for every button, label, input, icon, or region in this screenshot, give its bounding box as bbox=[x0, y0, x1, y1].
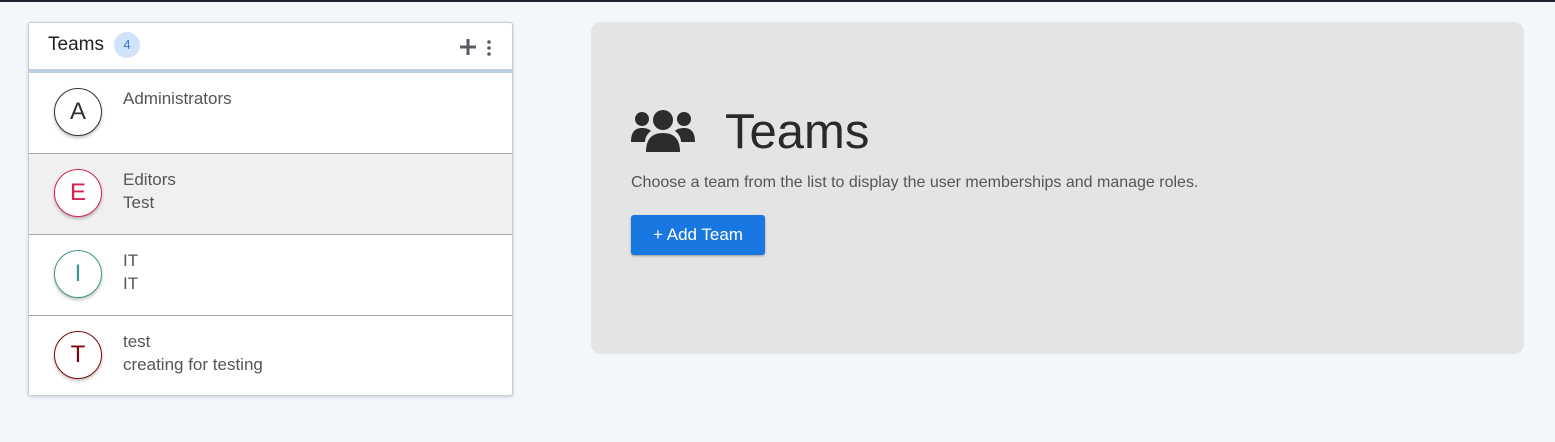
teams-panel-title: Teams bbox=[48, 34, 104, 55]
team-name: Administrators bbox=[123, 89, 232, 108]
team-description: creating for testing bbox=[123, 355, 263, 374]
teams-panel: Teams 4 A Administrators E Editors Test bbox=[28, 22, 513, 396]
team-list: A Administrators E Editors Test I IT IT … bbox=[29, 73, 512, 395]
teams-count-badge: 4 bbox=[114, 32, 140, 58]
team-name: test bbox=[123, 332, 151, 351]
team-name: IT bbox=[123, 251, 139, 270]
more-vertical-icon[interactable] bbox=[483, 39, 495, 57]
top-bar bbox=[0, 0, 1555, 2]
team-row[interactable]: E Editors Test bbox=[29, 154, 512, 235]
team-description: Test bbox=[123, 193, 155, 212]
team-avatar: E bbox=[54, 169, 102, 217]
team-avatar: I bbox=[54, 250, 102, 298]
info-description: Choose a team from the list to display t… bbox=[631, 174, 1199, 191]
team-name: Editors bbox=[123, 170, 176, 189]
users-icon bbox=[631, 108, 695, 154]
team-row[interactable]: A Administrators bbox=[29, 73, 512, 154]
team-row[interactable]: I IT IT bbox=[29, 235, 512, 316]
teams-info-panel: Teams Choose a team from the list to dis… bbox=[591, 22, 1524, 354]
team-avatar: A bbox=[54, 88, 102, 136]
teams-panel-header: Teams 4 bbox=[29, 23, 512, 73]
team-description: IT bbox=[123, 274, 139, 293]
add-team-button[interactable]: + Add Team bbox=[631, 215, 765, 255]
team-avatar: T bbox=[54, 331, 102, 379]
info-title: Teams bbox=[725, 105, 870, 159]
team-row[interactable]: T test creating for testing bbox=[29, 316, 512, 395]
plus-icon[interactable] bbox=[458, 37, 478, 57]
